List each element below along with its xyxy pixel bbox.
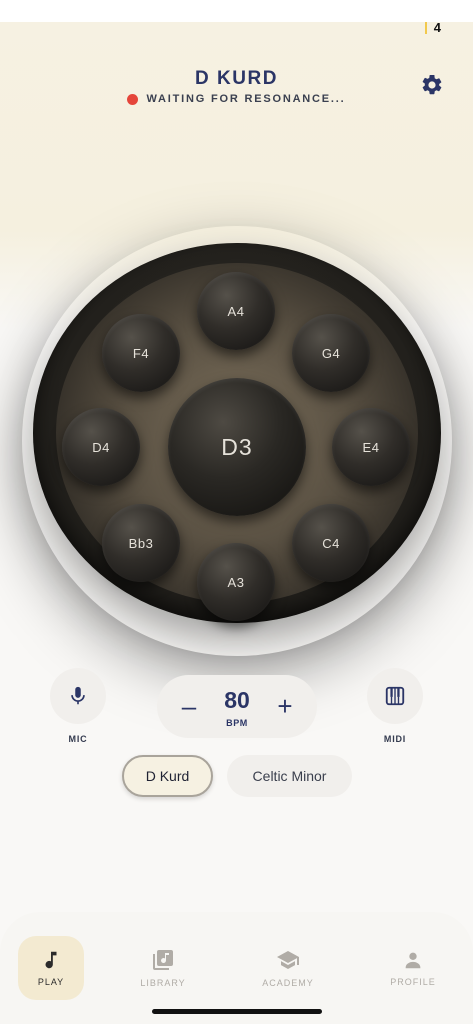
note-label: G4 [321,345,341,361]
note-label: A4 [227,303,245,319]
nav-item-play[interactable]: PLAY [18,936,84,1000]
midi-label: MIDI [383,734,407,744]
signal-indicator [425,22,427,34]
person-icon [405,952,421,969]
note-label: D4 [92,439,110,455]
note-label: A3 [227,574,245,590]
scale-chip-celtic-minor[interactable]: Celtic Minor [227,755,352,797]
signal-count: 4 [433,20,441,35]
music-note-icon [45,951,57,969]
status-row: WAITING FOR RESONANCE... [0,93,473,105]
note-d3-ding[interactable]: D3 [168,378,306,516]
bottom-nav: PLAY LIBRARY ACADEMY PROFILE [0,912,473,1024]
note-c4[interactable]: C4 [292,504,370,582]
recording-dot-icon [127,93,139,105]
note-d4[interactable]: D4 [62,408,140,486]
note-label: F4 [132,345,150,361]
status-text: WAITING FOR RESONANCE... [146,93,346,105]
nav-item-academy[interactable]: ACADEMY [255,936,321,1000]
note-label: C4 [322,535,340,551]
note-bb3[interactable]: Bb3 [102,504,180,582]
nav-item-profile[interactable]: PROFILE [380,936,446,1000]
note-a3[interactable]: A3 [197,543,275,621]
nav-label: ACADEMY [262,978,314,988]
settings-button[interactable] [419,72,445,98]
nav-label: LIBRARY [140,978,186,988]
bpm-control: – 80 BPM + [157,675,317,738]
bpm-increase-button[interactable]: + [270,691,300,721]
note-label: Bb3 [128,535,154,551]
nav-label: PROFILE [390,977,436,987]
graduation-cap-icon [277,951,299,969]
nav-label: PLAY [37,977,65,987]
note-label: E4 [362,439,380,455]
note-g4[interactable]: G4 [292,314,370,392]
note-label: D3 [221,433,253,460]
note-a4[interactable]: A4 [197,272,275,350]
home-indicator [152,1009,322,1014]
note-e4[interactable]: E4 [332,408,410,486]
scale-chip-d-kurd[interactable]: D Kurd [122,755,213,797]
status-bar [0,0,473,22]
mic-button[interactable] [50,668,106,724]
midi-button[interactable] [367,668,423,724]
microphone-icon [71,686,85,705]
page-title: D KURD [195,68,278,89]
mic-label: MIC [68,734,88,744]
nav-item-library[interactable]: LIBRARY [130,936,196,1000]
note-f4[interactable]: F4 [102,314,180,392]
gear-icon [422,74,442,95]
piano-keys-icon [385,686,405,706]
library-icon [153,950,173,970]
